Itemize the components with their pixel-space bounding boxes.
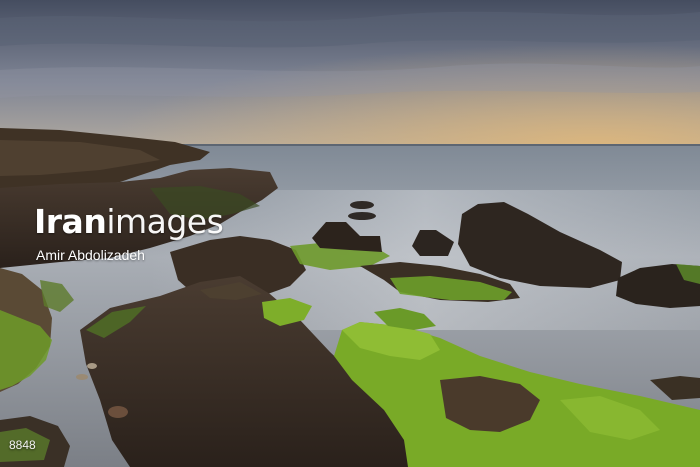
watermark: Iranimages Amir Abdolizadeh [34, 202, 224, 264]
image-id-label: 8848 [9, 438, 36, 452]
watermark-logo: Iranimages [34, 202, 224, 241]
seascape-photo: Iranimages Amir Abdolizadeh 8848 [0, 0, 700, 467]
photographer-credit: Amir Abdolizadeh [36, 247, 145, 263]
